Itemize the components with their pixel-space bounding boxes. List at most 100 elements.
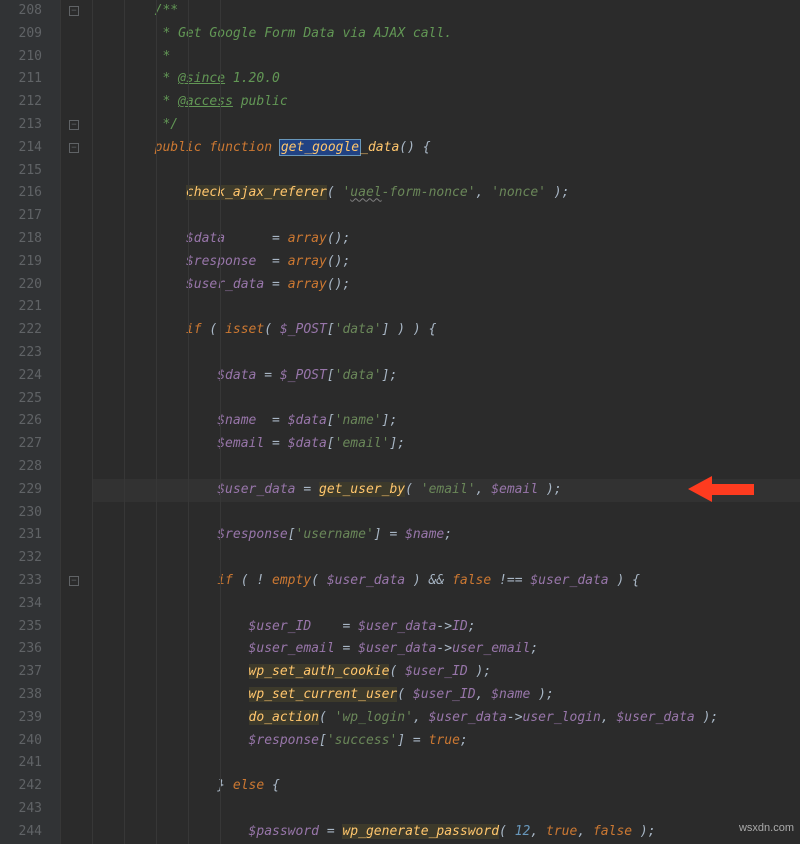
token: */ <box>155 117 178 132</box>
fold-toggle-icon[interactable]: − <box>69 143 79 153</box>
token: array <box>288 231 327 246</box>
code-line[interactable]: $response['username'] = $name; <box>92 524 800 547</box>
code-line[interactable]: wp_set_current_user( $user_ID, $name ); <box>92 684 800 707</box>
line-number: 227 <box>8 433 42 456</box>
line-number: 210 <box>8 46 42 69</box>
fold-toggle-icon[interactable]: − <box>69 6 79 16</box>
token: false <box>593 824 632 839</box>
token: () { <box>399 140 430 155</box>
line-number: 229 <box>8 479 42 502</box>
code-line[interactable]: if ( ! empty( $user_data ) && false !== … <box>92 570 800 593</box>
token: = <box>256 368 279 383</box>
token: @access <box>178 94 233 109</box>
line-number: 213 <box>8 114 42 137</box>
token: [ <box>288 527 296 542</box>
code-line[interactable] <box>92 798 800 821</box>
token: 'success' <box>327 733 397 748</box>
token: ); <box>538 482 561 497</box>
token: 12 <box>515 824 531 839</box>
token: -> <box>436 641 452 656</box>
code-area[interactable]: /** * Get Google Form Data via AJAX call… <box>88 0 800 844</box>
code-line[interactable]: } else { <box>92 775 800 798</box>
code-line[interactable]: $user_email = $user_data->user_email; <box>92 638 800 661</box>
code-line[interactable]: */ <box>92 114 800 137</box>
code-line[interactable]: $user_data = array(); <box>92 274 800 297</box>
token: , <box>530 824 546 839</box>
fold-column[interactable]: − − − − <box>60 0 88 844</box>
code-line[interactable]: $password = wp_generate_password( 12, tr… <box>92 821 800 844</box>
line-number: 214 <box>8 137 42 160</box>
code-line[interactable]: * <box>92 46 800 69</box>
code-line[interactable]: * @access public <box>92 91 800 114</box>
token: (); <box>327 254 350 269</box>
code-line[interactable]: $response = array(); <box>92 251 800 274</box>
line-number: 238 <box>8 684 42 707</box>
code-line[interactable] <box>92 296 800 319</box>
token: get_user_by <box>319 482 405 497</box>
line-number: 225 <box>8 388 42 411</box>
code-line[interactable]: * @since 1.20.0 <box>92 68 800 91</box>
token: 1.20.0 <box>225 71 280 86</box>
token: * Get Google Form Data via AJAX call. <box>155 26 452 41</box>
token: $user_data <box>616 710 694 725</box>
code-line[interactable] <box>92 547 800 570</box>
line-number: 233 <box>8 570 42 593</box>
token: $data <box>288 436 327 451</box>
code-line[interactable] <box>92 205 800 228</box>
code-line[interactable] <box>92 502 800 525</box>
line-number: 217 <box>8 205 42 228</box>
token: ); <box>695 710 718 725</box>
token: , <box>476 185 492 200</box>
token: -> <box>436 619 452 634</box>
token: * <box>155 94 178 109</box>
code-line[interactable]: $user_ID = $user_data->ID; <box>92 616 800 639</box>
token: empty <box>272 573 311 588</box>
code-line[interactable] <box>92 752 800 775</box>
code-line[interactable] <box>92 593 800 616</box>
line-number: 223 <box>8 342 42 365</box>
code-line[interactable]: public function get_google_data() { <box>92 137 800 160</box>
token: 'data' <box>335 322 382 337</box>
token: [ <box>327 413 335 428</box>
code-line[interactable] <box>92 388 800 411</box>
code-line[interactable]: $data = $_POST['data']; <box>92 365 800 388</box>
fold-toggle-icon[interactable]: − <box>69 576 79 586</box>
code-line[interactable]: $data = array(); <box>92 228 800 251</box>
code-line[interactable]: do_action( 'wp_login', $user_data->user_… <box>92 707 800 730</box>
token: ( <box>389 664 405 679</box>
token: ); <box>530 687 553 702</box>
line-number: 235 <box>8 616 42 639</box>
token: do_action <box>249 710 319 725</box>
token: $user_data <box>358 619 436 634</box>
code-line[interactable]: $response['success'] = true; <box>92 730 800 753</box>
line-number: 230 <box>8 502 42 525</box>
token: , <box>476 482 492 497</box>
fold-toggle-icon[interactable]: − <box>69 120 79 130</box>
code-line[interactable]: /** <box>92 0 800 23</box>
token: = <box>311 619 358 634</box>
code-line[interactable]: * Get Google Form Data via AJAX call. <box>92 23 800 46</box>
token: = <box>256 254 287 269</box>
token: -form-nonce' <box>382 185 476 200</box>
code-line[interactable]: wp_set_auth_cookie( $user_ID ); <box>92 661 800 684</box>
token: , <box>577 824 593 839</box>
line-number-gutter: 2082092102112122132142152162172182192202… <box>0 0 60 844</box>
token: ] = <box>397 733 428 748</box>
line-number: 220 <box>8 274 42 297</box>
token: ID <box>452 619 468 634</box>
token: 'email' <box>335 436 390 451</box>
token: check_ajax_referer <box>186 185 327 200</box>
code-line[interactable]: check_ajax_referer( 'uael-form-nonce', '… <box>92 182 800 205</box>
code-line[interactable]: if ( isset( $_POST['data'] ) ) { <box>92 319 800 342</box>
code-line[interactable]: $email = $data['email']; <box>92 433 800 456</box>
token: 'name' <box>335 413 382 428</box>
code-line[interactable] <box>92 160 800 183</box>
token: /** <box>155 3 178 18</box>
code-line[interactable]: $name = $data['name']; <box>92 410 800 433</box>
token: , <box>476 687 492 702</box>
arrow-head-icon <box>688 476 712 502</box>
code-line[interactable] <box>92 342 800 365</box>
code-editor: 2082092102112122132142152162172182192202… <box>0 0 800 844</box>
token: if <box>186 322 209 337</box>
token: _data <box>360 140 399 155</box>
